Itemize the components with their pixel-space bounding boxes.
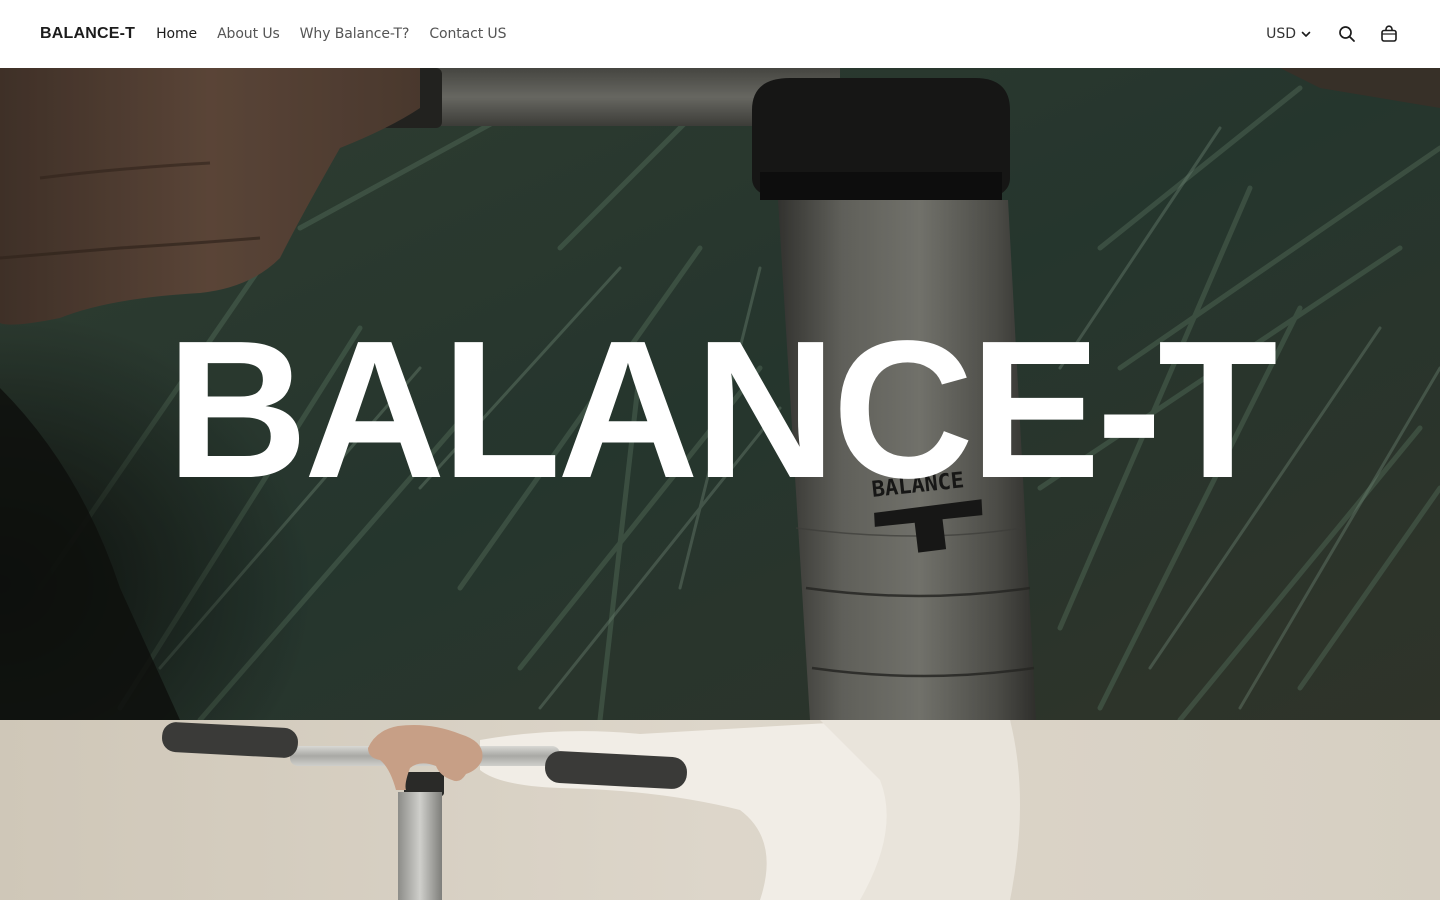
currency-label: USD <box>1266 26 1296 42</box>
header-actions: USD <box>1266 23 1400 45</box>
currency-selector[interactable]: USD <box>1266 26 1312 42</box>
hero-banner: BALANCE BALANCE-T <box>0 68 1440 720</box>
bag-icon <box>1381 25 1397 42</box>
nav-contact-us[interactable]: Contact US <box>429 26 506 42</box>
main-nav: Home About Us Why Balance-T? Contact US <box>156 26 506 42</box>
product-image-section <box>0 720 1440 900</box>
cart-button[interactable] <box>1378 23 1400 45</box>
site-header: BALANCE-T Home About Us Why Balance-T? C… <box>0 0 1440 68</box>
site-logo[interactable]: BALANCE-T <box>40 25 135 43</box>
search-button[interactable] <box>1336 23 1358 45</box>
nav-why-balance-t[interactable]: Why Balance-T? <box>300 26 410 42</box>
scooter-lifestyle-image <box>0 720 1440 900</box>
nav-home[interactable]: Home <box>156 26 197 42</box>
hero-title: BALANCE-T <box>166 300 1277 519</box>
chevron-down-icon <box>1301 31 1311 37</box>
nav-about-us[interactable]: About Us <box>217 26 280 42</box>
search-icon <box>1339 26 1355 42</box>
